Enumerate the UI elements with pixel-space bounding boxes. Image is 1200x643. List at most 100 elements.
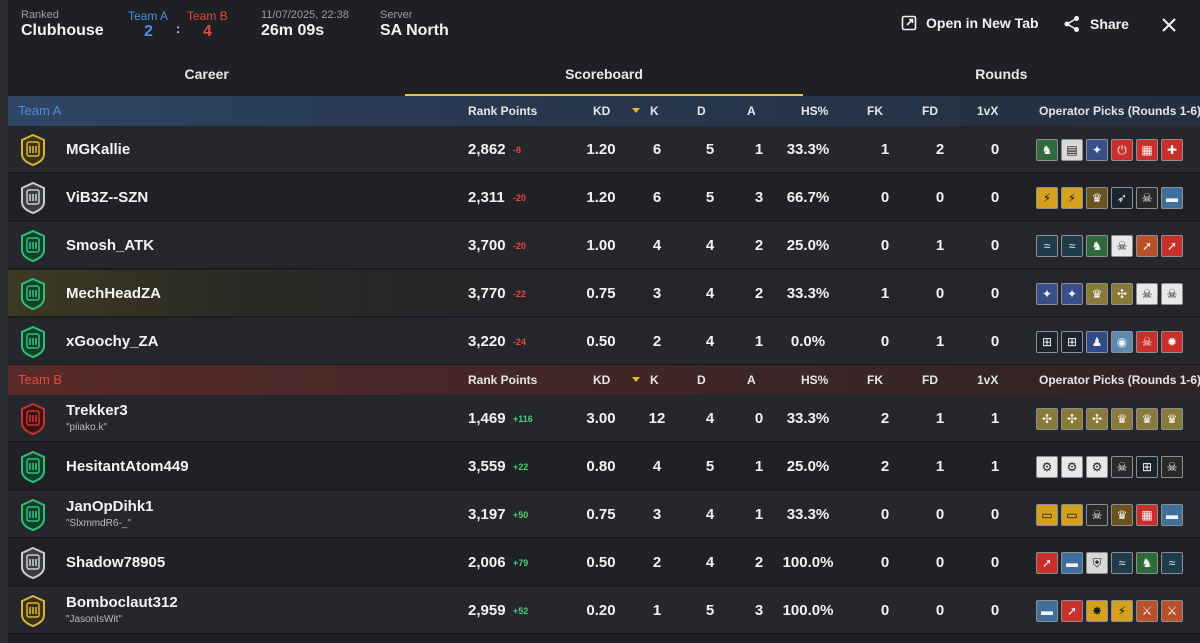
- operator-icon[interactable]: ⚡: [1036, 187, 1058, 209]
- player-row[interactable]: HesitantAtom449 3,559 +22 0.80 4 5 1 25.0% 2 1 1 ⚙ ⚙…: [8, 443, 1200, 490]
- operator-icon[interactable]: ◉: [1111, 331, 1133, 353]
- open-new-tab-button[interactable]: Open in New Tab: [901, 15, 1039, 31]
- operator-icon[interactable]: ➚: [1161, 235, 1183, 257]
- col-d[interactable]: D: [697, 373, 706, 387]
- player-name[interactable]: Bomboclaut312: [66, 594, 178, 611]
- operator-icon[interactable]: ⊞: [1136, 456, 1158, 478]
- share-button[interactable]: Share: [1063, 15, 1129, 33]
- col-a[interactable]: A: [747, 373, 756, 387]
- col-rank-points[interactable]: Rank Points: [468, 373, 537, 387]
- player-row[interactable]: MGKallie 2,862 -8 1.20 6 5 1 33.3% 1 2 0 ♞ ▤ ✦ ⏻ ▦ ✚: [8, 126, 1200, 173]
- player-row[interactable]: MechHeadZA 3,770 -22 0.75 3 4 2 33.3% 1 0 0 ✦ ✦ ♛ ✣ ☠ ☠: [8, 270, 1200, 317]
- operator-icon[interactable]: ⏻: [1111, 139, 1133, 161]
- operator-icon[interactable]: ⚔: [1136, 600, 1158, 622]
- operator-icon[interactable]: ♛: [1086, 283, 1108, 305]
- col-1vx[interactable]: 1vX: [977, 373, 998, 387]
- player-row[interactable]: ViB3Z--SZN 2,311 -20 1.20 6 5 3 66.7% 0 0 0 ⚡ ⚡ ♛ ➶ ☠ ▬: [8, 174, 1200, 221]
- operator-icon[interactable]: ☠: [1111, 235, 1133, 257]
- operator-icon[interactable]: ▤: [1061, 139, 1083, 161]
- operator-icon[interactable]: ⚙: [1036, 456, 1058, 478]
- player-name[interactable]: Shadow78905: [66, 554, 165, 571]
- col-k[interactable]: K: [650, 104, 659, 118]
- col-kd[interactable]: KD: [593, 104, 610, 118]
- operator-icon[interactable]: ⊞: [1061, 331, 1083, 353]
- operator-icon[interactable]: ☠: [1111, 456, 1133, 478]
- operator-icon[interactable]: ♛: [1086, 187, 1108, 209]
- operator-icon[interactable]: ⚔: [1161, 600, 1183, 622]
- col-a[interactable]: A: [747, 104, 756, 118]
- col-fk[interactable]: FK: [867, 373, 883, 387]
- operator-icon[interactable]: ✣: [1111, 283, 1133, 305]
- operator-icon[interactable]: ✦: [1086, 139, 1108, 161]
- operator-icon[interactable]: ⚙: [1061, 456, 1083, 478]
- col-fk[interactable]: FK: [867, 104, 883, 118]
- player-row[interactable]: Trekker3 "piiako.k" 1,469 +116 3.00 12 4 0 33.3%…: [8, 395, 1200, 442]
- col-kd[interactable]: KD: [593, 373, 610, 387]
- operator-icon[interactable]: ☠: [1136, 331, 1158, 353]
- col-rank-points[interactable]: Rank Points: [468, 104, 537, 118]
- operator-icon[interactable]: ⛨: [1086, 552, 1108, 574]
- col-fd[interactable]: FD: [922, 373, 938, 387]
- col-k[interactable]: K: [650, 373, 659, 387]
- operator-icon[interactable]: ☠: [1161, 456, 1183, 478]
- operator-icon[interactable]: ≈: [1111, 552, 1133, 574]
- player-row[interactable]: JanOpDihk1 "SlxmmdR6-_" 3,197 +50 0.75 3 4 1 33.…: [8, 491, 1200, 538]
- operator-icon[interactable]: ✦: [1061, 283, 1083, 305]
- operator-icon[interactable]: ☠: [1086, 504, 1108, 526]
- col-d[interactable]: D: [697, 104, 706, 118]
- tab-scoreboard[interactable]: Scoreboard: [405, 52, 803, 96]
- operator-icon[interactable]: ♛: [1111, 408, 1133, 430]
- operator-icon[interactable]: ≈: [1161, 552, 1183, 574]
- player-name[interactable]: Smosh_ATK: [66, 237, 154, 254]
- operator-icon[interactable]: ✣: [1086, 408, 1108, 430]
- operator-icon[interactable]: ▦: [1136, 139, 1158, 161]
- operator-icon[interactable]: ▦: [1136, 504, 1158, 526]
- operator-icon[interactable]: ▬: [1036, 600, 1058, 622]
- operator-icon[interactable]: ✹: [1161, 331, 1183, 353]
- col-1vx[interactable]: 1vX: [977, 104, 998, 118]
- operator-icon[interactable]: ✸: [1086, 600, 1108, 622]
- col-fd[interactable]: FD: [922, 104, 938, 118]
- operator-icon[interactable]: ➚: [1136, 235, 1158, 257]
- operator-icon[interactable]: ⚙: [1086, 456, 1108, 478]
- operator-icon[interactable]: ♞: [1036, 139, 1058, 161]
- player-name[interactable]: JanOpDihk1: [66, 498, 154, 515]
- operator-icon[interactable]: ♞: [1086, 235, 1108, 257]
- close-button[interactable]: [1160, 16, 1178, 39]
- operator-icon[interactable]: ▭: [1061, 504, 1083, 526]
- operator-icon[interactable]: ♛: [1136, 408, 1158, 430]
- operator-icon[interactable]: ☠: [1161, 283, 1183, 305]
- player-row[interactable]: Shadow78905 2,006 +79 0.50 2 4 2 100.0% 0 0 0 ➚ ▬ ⛨ ≈ ♞…: [8, 539, 1200, 586]
- operator-icon[interactable]: ≈: [1061, 235, 1083, 257]
- player-row[interactable]: Bomboclaut312 "JasonIsWit" 2,959 +52 0.20 1 5 3…: [8, 587, 1200, 634]
- operator-icon[interactable]: ♟: [1086, 331, 1108, 353]
- operator-icon[interactable]: ♛: [1161, 408, 1183, 430]
- operator-icon[interactable]: ☠: [1136, 187, 1158, 209]
- operator-icon[interactable]: ☠: [1136, 283, 1158, 305]
- operator-icon[interactable]: ✦: [1036, 283, 1058, 305]
- player-name[interactable]: MechHeadZA: [66, 285, 161, 302]
- tab-rounds[interactable]: Rounds: [803, 52, 1200, 96]
- operator-icon[interactable]: ⊞: [1036, 331, 1058, 353]
- operator-icon[interactable]: ➚: [1036, 552, 1058, 574]
- operator-icon[interactable]: ⚡: [1061, 187, 1083, 209]
- operator-icon[interactable]: ▬: [1161, 187, 1183, 209]
- operator-icon[interactable]: ⚡: [1111, 600, 1133, 622]
- operator-icon[interactable]: ➶: [1111, 187, 1133, 209]
- player-name[interactable]: ViB3Z--SZN: [66, 189, 148, 206]
- player-name[interactable]: Trekker3: [66, 402, 128, 419]
- player-row[interactable]: Smosh_ATK 3,700 -20 1.00 4 4 2 25.0% 0 1 0 ≈ ≈ ♞ ☠ ➚ ➚: [8, 222, 1200, 269]
- tab-career[interactable]: Career: [8, 52, 405, 96]
- operator-icon[interactable]: ✚: [1161, 139, 1183, 161]
- operator-icon[interactable]: ≈: [1036, 235, 1058, 257]
- operator-icon[interactable]: ♛: [1111, 504, 1133, 526]
- player-name[interactable]: MGKallie: [66, 141, 130, 158]
- operator-icon[interactable]: ✣: [1036, 408, 1058, 430]
- operator-icon[interactable]: ▬: [1161, 504, 1183, 526]
- player-name[interactable]: xGoochy_ZA: [66, 333, 159, 350]
- operator-icon[interactable]: ▭: [1036, 504, 1058, 526]
- player-row[interactable]: xGoochy_ZA 3,220 -24 0.50 2 4 1 0.0% 0 1 0 ⊞ ⊞ ♟ ◉ ☠ ✹: [8, 318, 1200, 365]
- operator-icon[interactable]: ➚: [1061, 600, 1083, 622]
- operator-icon[interactable]: ✣: [1061, 408, 1083, 430]
- operator-icon[interactable]: ♞: [1136, 552, 1158, 574]
